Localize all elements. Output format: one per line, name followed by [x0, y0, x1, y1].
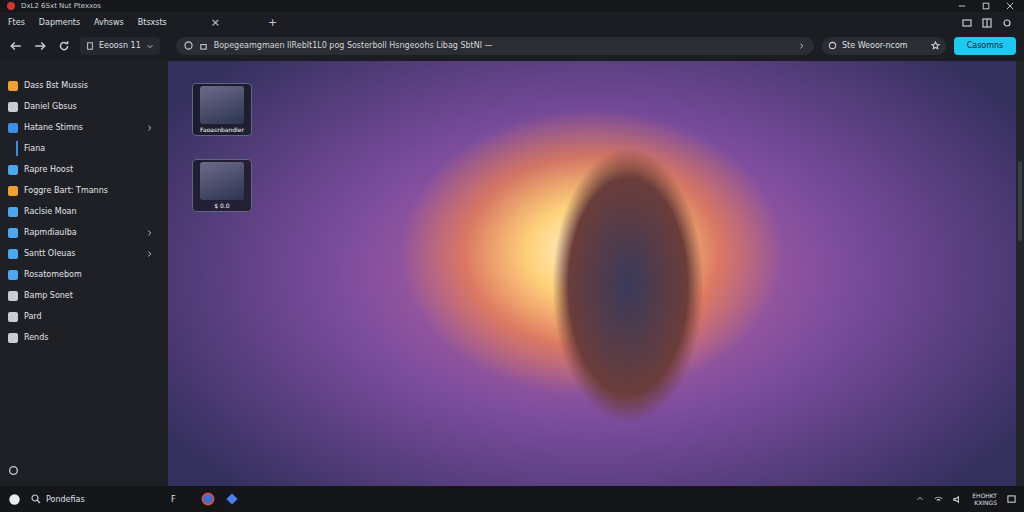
- browser-icon[interactable]: [201, 492, 215, 506]
- item-icon: [8, 123, 18, 133]
- settings-icon[interactable]: [8, 465, 19, 476]
- scrollbar[interactable]: [1016, 61, 1024, 486]
- window-icon[interactable]: [962, 18, 972, 28]
- layout-icon[interactable]: [982, 18, 992, 28]
- menu-bar: Ftes Dapments Avhsws Btsxsts × +: [0, 12, 1024, 33]
- menu-item[interactable]: Dapments: [39, 18, 80, 27]
- artwork-image: Faoasnbandler $ 0.0: [168, 61, 1016, 486]
- item-icon: [8, 165, 18, 175]
- settings-icon[interactable]: [1002, 18, 1012, 28]
- item-icon: [8, 291, 18, 301]
- sidebar: Dass Bst MussisDaniel GbsusHatane Stimns…: [0, 61, 168, 486]
- star-icon[interactable]: [931, 41, 940, 50]
- lock-icon: [199, 41, 208, 50]
- window-controls: [958, 2, 1018, 10]
- sidebar-item[interactable]: Pard: [8, 306, 168, 327]
- taskbar-key: F: [171, 495, 191, 504]
- sidebar-item[interactable]: Rapre Hoost: [8, 159, 168, 180]
- speaker-icon[interactable]: [953, 495, 962, 504]
- browser-window: DxL2 6Sxt Nut Ptexxos Ftes Dapments Avhsws B…: [0, 0, 1024, 512]
- chevron-right-icon: [798, 42, 806, 50]
- forward-arrow-icon[interactable]: [34, 40, 46, 52]
- notification-icon[interactable]: [1007, 495, 1016, 504]
- minimize-icon[interactable]: [958, 2, 966, 10]
- sidebar-item[interactable]: Rapmdiaulba: [8, 222, 168, 243]
- page-icon: [86, 42, 94, 50]
- sidebar-item[interactable]: Daniel Gbsus: [8, 96, 168, 117]
- address-bar[interactable]: Bopegeamgmaen llReblt1L0 pog Sosterboll …: [176, 37, 814, 55]
- sidebar-item[interactable]: Raclsie Moan: [8, 201, 168, 222]
- clock[interactable]: EHOHKTKXINGS: [972, 492, 997, 506]
- wifi-icon[interactable]: [934, 495, 943, 504]
- app-icon[interactable]: [225, 492, 239, 506]
- menu-item[interactable]: Btsxsts: [138, 18, 167, 27]
- tab-selector[interactable]: Eeoosn 11: [80, 37, 160, 55]
- navigation-bar: Eeoosn 11 Bopegeamgmaen llReblt1L0 pog So…: [0, 33, 1024, 58]
- tab-close-button[interactable]: ×: [181, 16, 250, 29]
- avatar-image: [200, 162, 244, 200]
- title-bar: DxL2 6Sxt Nut Ptexxos: [0, 0, 1024, 12]
- site-info-icon: [184, 41, 193, 50]
- taskbar-search[interactable]: Pondefias: [31, 494, 161, 504]
- search-engine-icon: [828, 41, 837, 50]
- maximize-icon[interactable]: [982, 2, 990, 10]
- item-icon: [8, 312, 18, 322]
- sidebar-item[interactable]: Dass Bst Mussis: [8, 75, 168, 96]
- sidebar-item[interactable]: Rends: [8, 327, 168, 348]
- sidebar-item[interactable]: Foggre Bart: Tmanns: [8, 180, 168, 201]
- menu-item[interactable]: Ftes: [8, 18, 25, 27]
- new-tab-button[interactable]: +: [264, 16, 281, 29]
- avatar-card[interactable]: Faoasnbandler: [192, 83, 252, 136]
- start-logo-icon[interactable]: [8, 493, 21, 506]
- chevron-down-icon: [146, 42, 154, 50]
- window-title: DxL2 6Sxt Nut Ptexxos: [21, 2, 101, 10]
- back-arrow-icon[interactable]: [10, 40, 22, 52]
- avatar-image: [200, 86, 244, 124]
- avatar-card[interactable]: $ 0.0: [192, 159, 252, 212]
- item-icon: [8, 207, 18, 217]
- chevron-right-icon: [146, 229, 154, 237]
- item-icon: [8, 333, 18, 343]
- sidebar-item[interactable]: Rosatomebom: [8, 264, 168, 285]
- chevron-right-icon: [146, 124, 154, 132]
- character-figure: [508, 81, 748, 486]
- taskbar: Pondefias F EHOHKTKXINGS: [0, 486, 1024, 512]
- item-icon: [8, 102, 18, 112]
- app-logo-icon: [6, 1, 16, 11]
- close-icon[interactable]: [1006, 2, 1014, 10]
- item-icon: [8, 270, 18, 280]
- sidebar-item[interactable]: Bamp Sonet: [8, 285, 168, 306]
- reload-icon[interactable]: [58, 40, 70, 52]
- search-icon: [31, 494, 41, 504]
- tree-line: [16, 141, 18, 156]
- menu-item[interactable]: Avhsws: [94, 18, 124, 27]
- chevron-right-icon: [146, 250, 154, 258]
- sidebar-item[interactable]: Fiana: [8, 138, 168, 159]
- sidebar-item[interactable]: Hatane Stimns: [8, 117, 168, 138]
- action-button[interactable]: Casomns: [954, 37, 1016, 55]
- item-icon: [8, 228, 18, 238]
- chevron-up-icon[interactable]: [916, 495, 924, 503]
- item-icon: [8, 81, 18, 91]
- search-field[interactable]: Ste Weoor-ncom: [822, 37, 946, 55]
- item-icon: [8, 249, 18, 259]
- item-icon: [8, 186, 18, 196]
- sidebar-item[interactable]: Santt Oleuas: [8, 243, 168, 264]
